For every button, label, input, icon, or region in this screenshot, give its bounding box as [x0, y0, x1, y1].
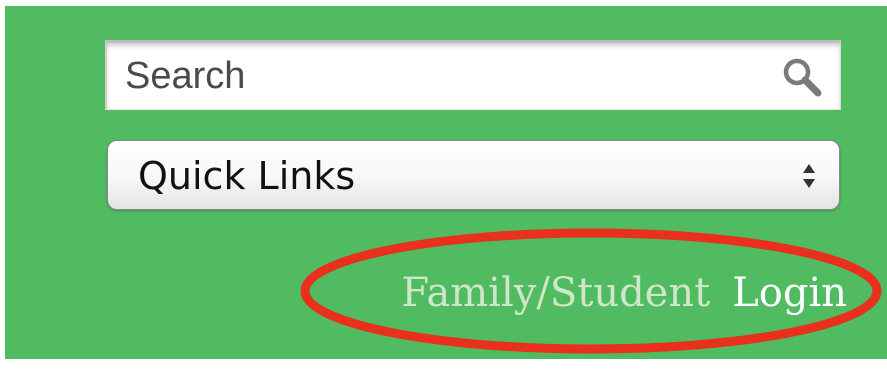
search-input[interactable] [107, 43, 757, 109]
updown-arrows-icon [803, 164, 815, 188]
family-student-link[interactable]: Family/Student [401, 270, 710, 316]
quick-links-select[interactable]: Quick Links [107, 140, 840, 210]
search-box[interactable] [105, 40, 841, 110]
search-icon[interactable] [780, 55, 824, 99]
quick-links-selected-value: Quick Links [138, 154, 356, 198]
login-link[interactable]: Login [732, 270, 847, 316]
login-links: Family/Student Login [401, 268, 847, 318]
